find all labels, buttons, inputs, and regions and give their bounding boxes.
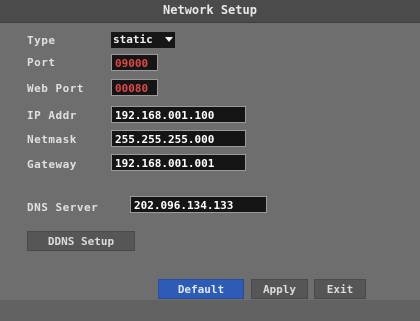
apply-button[interactable]: Apply: [251, 279, 308, 299]
type-select[interactable]: static: [111, 32, 175, 48]
network-setup-window: Network Setup Type static Port 09000 Web…: [0, 0, 420, 321]
default-button[interactable]: Default: [158, 279, 244, 299]
exit-button[interactable]: Exit: [314, 279, 366, 299]
dns-server-label: DNS Server: [27, 201, 99, 214]
netmask-field[interactable]: 255.255.255.000: [111, 130, 246, 147]
title-bar: Network Setup: [0, 0, 420, 23]
type-value: static: [113, 33, 153, 46]
netmask-label: Netmask: [27, 133, 77, 146]
ddns-setup-button[interactable]: DDNS Setup: [27, 231, 135, 251]
dns-server-field[interactable]: 202.096.134.133: [130, 196, 267, 213]
bottom-shade: [0, 300, 420, 321]
window-title: Network Setup: [163, 3, 257, 17]
web-port-label: Web Port: [27, 82, 84, 95]
type-label: Type: [27, 34, 56, 47]
gateway-field[interactable]: 192.168.001.001: [111, 154, 246, 171]
ip-addr-field[interactable]: 192.168.001.100: [111, 106, 246, 123]
gateway-label: Gateway: [27, 158, 77, 171]
chevron-down-icon[interactable]: [165, 37, 173, 42]
port-field[interactable]: 09000: [111, 54, 158, 71]
port-label: Port: [27, 56, 56, 69]
web-port-field[interactable]: 00080: [111, 79, 158, 96]
ip-addr-label: IP Addr: [27, 109, 77, 122]
